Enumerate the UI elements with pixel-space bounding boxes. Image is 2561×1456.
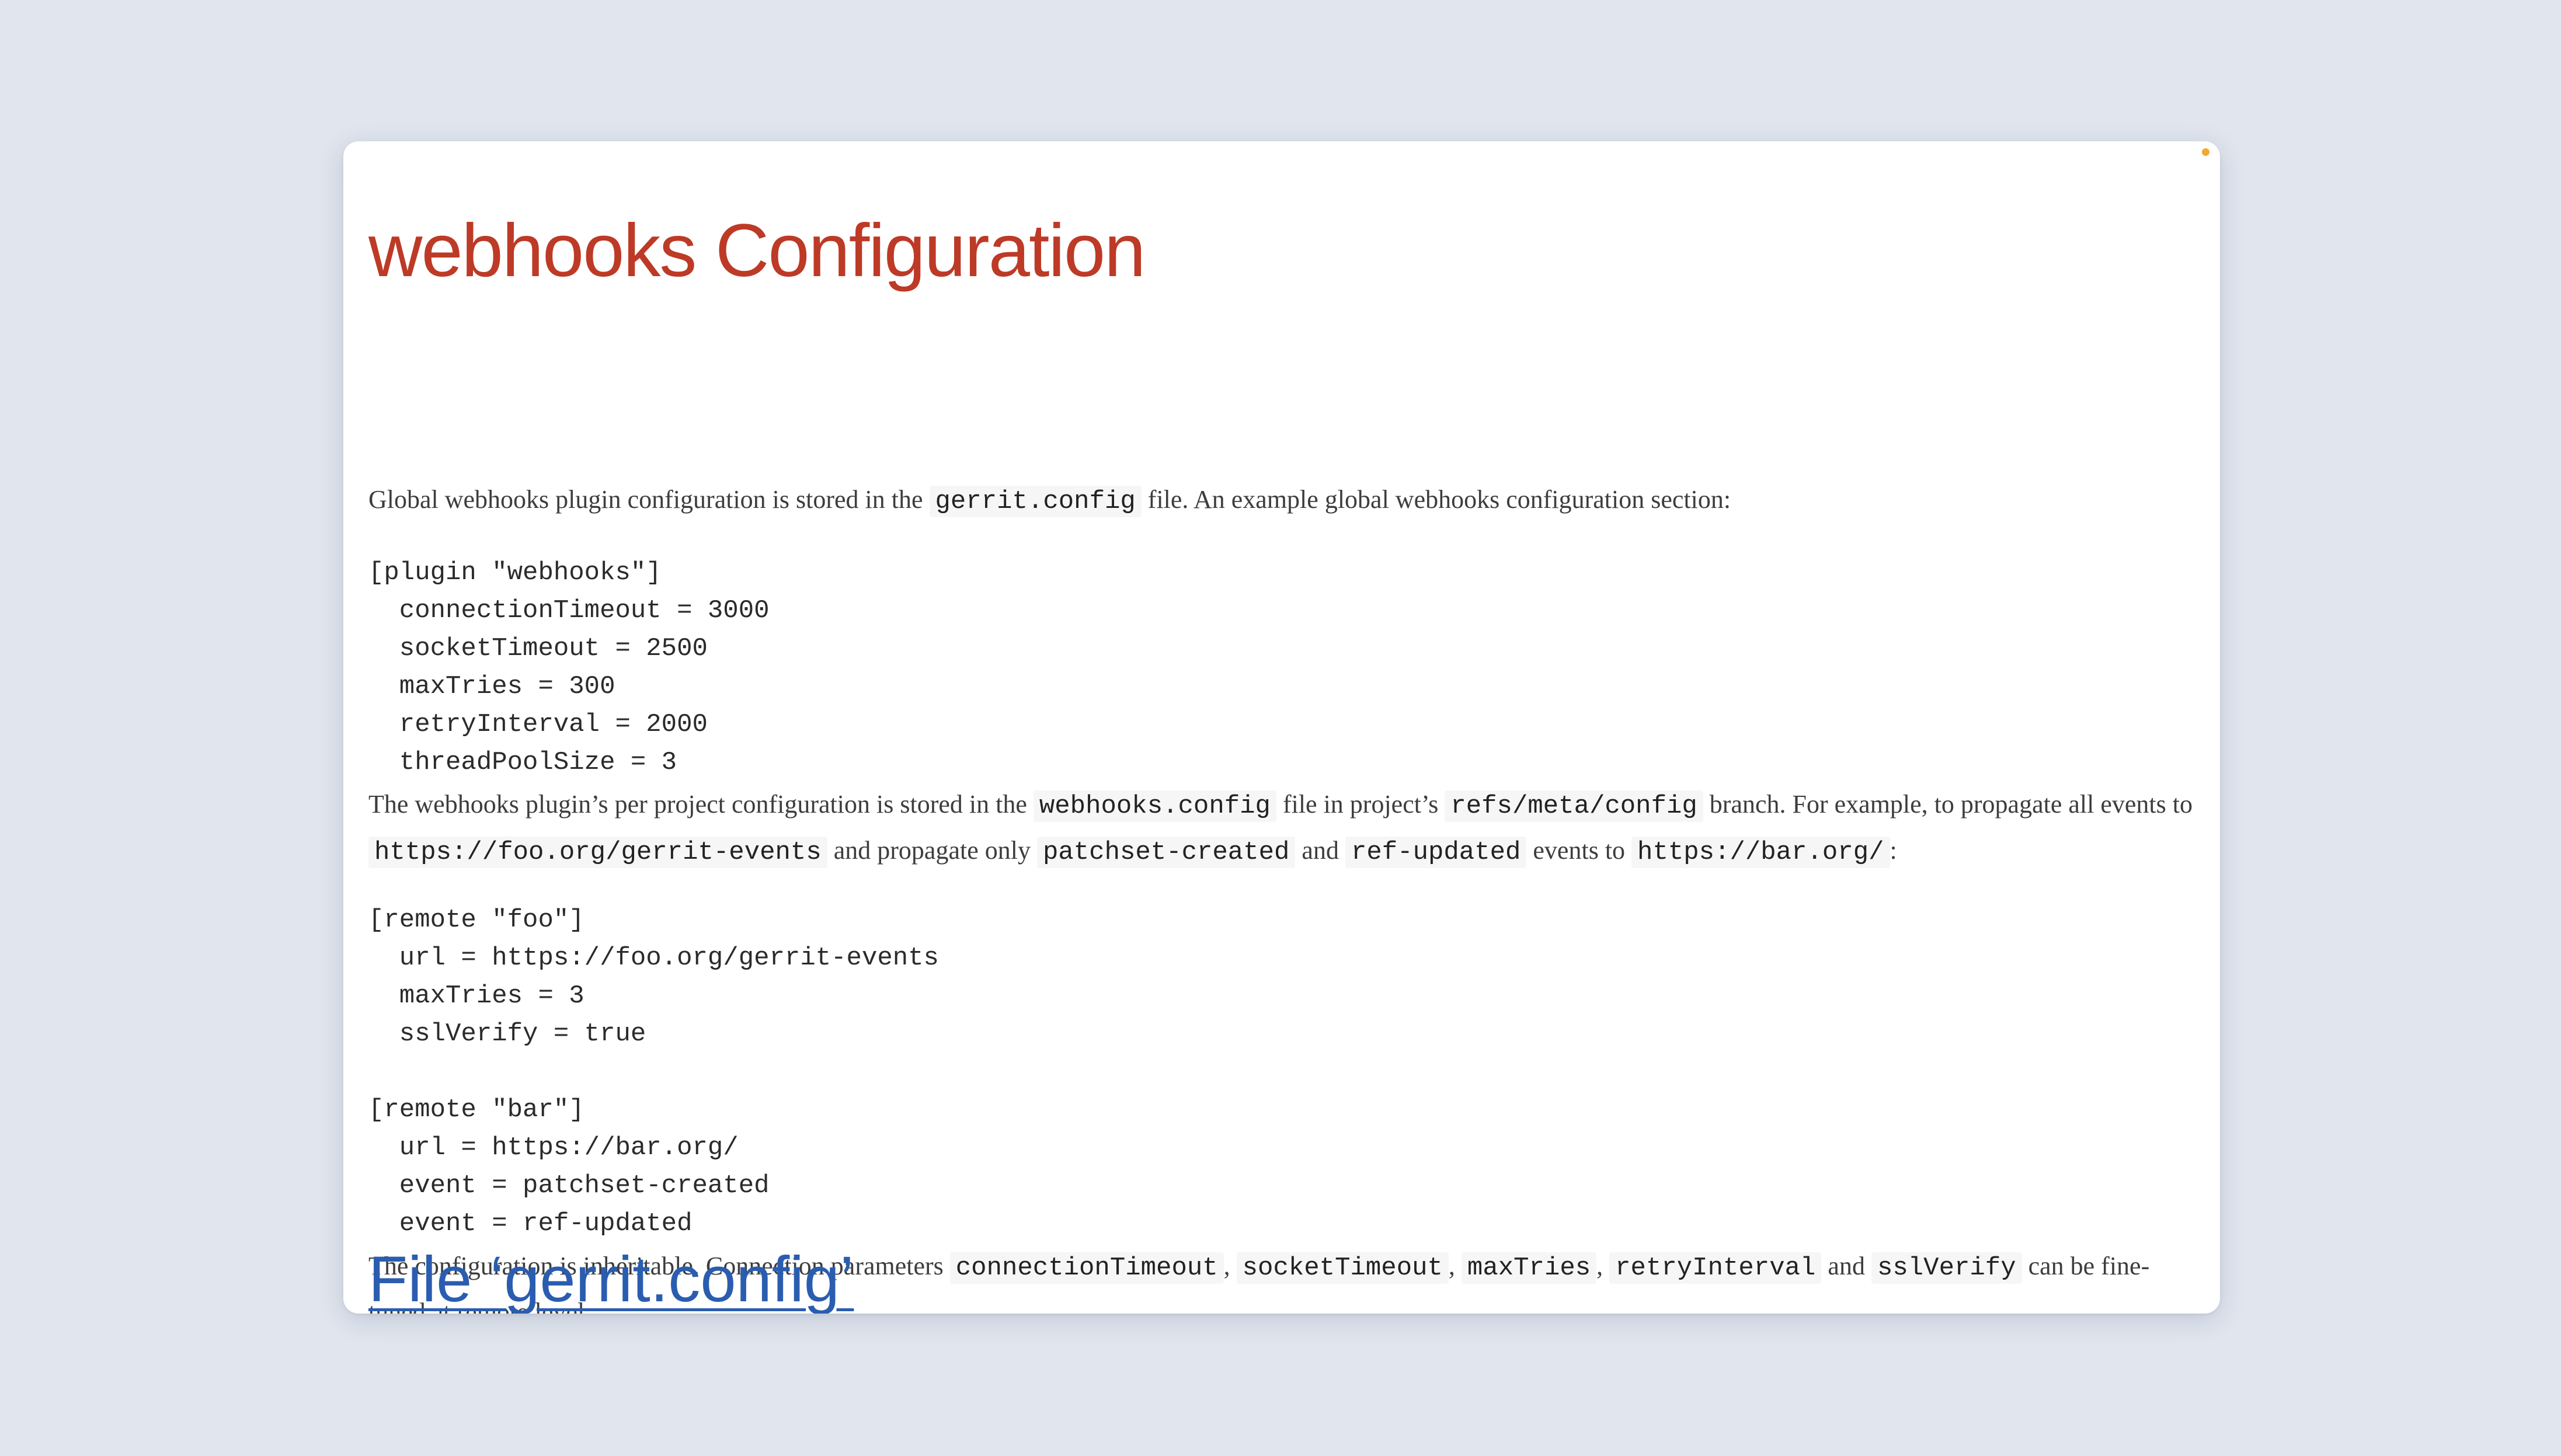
code-line: url = https://foo.org/gerrit-events bbox=[368, 943, 939, 973]
code-ref-updated: ref-updated bbox=[1345, 837, 1527, 868]
code-patchset-created: patchset-created bbox=[1036, 837, 1296, 868]
code-line: url = https://bar.org/ bbox=[368, 1133, 739, 1162]
code-foo-url: https://foo.org/gerrit-events bbox=[368, 837, 827, 868]
code-max-tries: maxTries bbox=[1461, 1252, 1597, 1284]
code-line: retryInterval = 2000 bbox=[368, 710, 708, 739]
code-line: maxTries = 300 bbox=[368, 672, 615, 701]
text-span: and bbox=[1821, 1252, 1871, 1280]
code-line: event = patchset-created bbox=[368, 1171, 770, 1200]
intro-text-1: Global webhooks plugin configuration is … bbox=[368, 485, 930, 514]
text-span: : bbox=[1890, 836, 1897, 865]
code-webhooks-config: webhooks.config bbox=[1033, 790, 1276, 822]
intro-paragraph: Global webhooks plugin configuration is … bbox=[368, 478, 2197, 524]
file-gerrit-config-heading: File ‘gerrit.config’ bbox=[368, 1239, 854, 1314]
code-line: maxTries = 3 bbox=[368, 981, 584, 1011]
text-span: , bbox=[1596, 1252, 1610, 1280]
code-refs-meta-config: refs/meta/config bbox=[1445, 790, 1703, 822]
text-span: branch. For example, to propagate all ev… bbox=[1703, 790, 2193, 818]
code-line: event = ref-updated bbox=[368, 1209, 693, 1238]
document-window: webhooks Configuration Global webhooks p… bbox=[343, 141, 2220, 1314]
code-line: connectionTimeout = 3000 bbox=[368, 596, 770, 625]
file-gerrit-config-link[interactable]: File ‘gerrit.config’ bbox=[368, 1243, 854, 1314]
text-span: and bbox=[1295, 836, 1345, 865]
code-gerrit-config: gerrit.config bbox=[929, 486, 1142, 517]
code-line: socketTimeout = 2500 bbox=[368, 634, 708, 663]
text-span: , bbox=[1223, 1252, 1237, 1280]
status-indicator-dot bbox=[2202, 148, 2209, 156]
code-line: threadPoolSize = 3 bbox=[368, 748, 677, 777]
text-span: , bbox=[1448, 1252, 1462, 1280]
page-title: webhooks Configuration bbox=[368, 209, 1146, 292]
text-span: The webhooks plugin’s per project config… bbox=[368, 790, 1034, 818]
remote-foo-code-block: [remote "foo"] url = https://foo.org/ger… bbox=[368, 901, 939, 1053]
intro-text-2: file. An example global webhooks configu… bbox=[1141, 485, 1731, 514]
code-ssl-verify: sslVerify bbox=[1871, 1252, 2022, 1284]
remote-bar-code-block: [remote "bar"] url = https://bar.org/ ev… bbox=[368, 1091, 770, 1243]
global-config-code-block: [plugin "webhooks"] connectionTimeout = … bbox=[368, 554, 770, 782]
text-span: events to bbox=[1526, 836, 1632, 865]
code-retry-interval: retryInterval bbox=[1609, 1252, 1822, 1284]
code-line: sslVerify = true bbox=[368, 1019, 646, 1049]
text-span: file in project’s bbox=[1276, 790, 1445, 818]
code-line: [remote "foo"] bbox=[368, 905, 584, 935]
project-config-paragraph: The webhooks plugin’s per project config… bbox=[368, 782, 2197, 875]
code-line: [remote "bar"] bbox=[368, 1095, 584, 1124]
code-line: [plugin "webhooks"] bbox=[368, 558, 662, 587]
code-socket-timeout: socketTimeout bbox=[1236, 1252, 1449, 1284]
code-connection-timeout: connectionTimeout bbox=[949, 1252, 1224, 1284]
text-span: and propagate only bbox=[827, 836, 1037, 865]
code-bar-url: https://bar.org/ bbox=[1631, 837, 1890, 868]
